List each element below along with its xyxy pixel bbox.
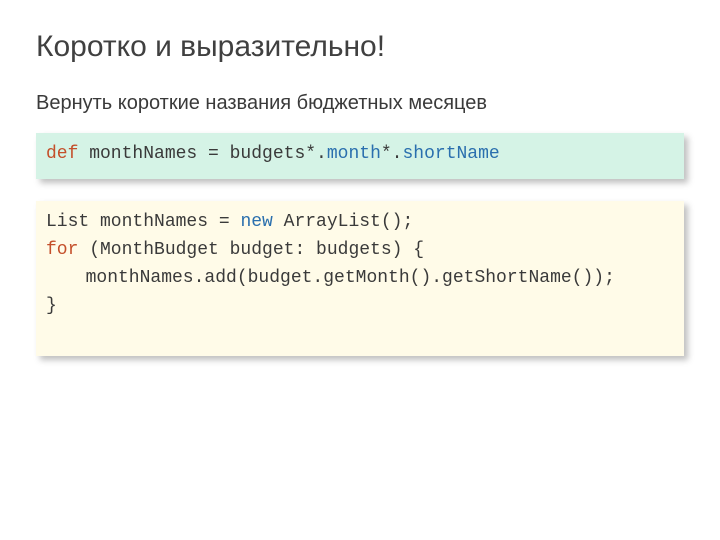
keyword-new: new: [240, 212, 272, 232]
code-text: (MonthBudget budget: budgets) {: [78, 240, 424, 260]
code-line: for (MonthBudget budget: budgets) {: [46, 237, 674, 265]
code-text: monthNames.add(budget.getMonth().getShor…: [86, 268, 615, 288]
code-text: ArrayList();: [273, 212, 413, 232]
attr-month: month: [327, 144, 381, 164]
slide-subtitle: Вернуть короткие названия бюджетных меся…: [36, 92, 684, 115]
code-text: *.: [381, 144, 403, 164]
groovy-code-block: def monthNames = budgets*.month*.shortNa…: [36, 133, 684, 179]
java-code-block: List monthNames = new ArrayList(); for (…: [36, 201, 684, 357]
code-text: }: [46, 296, 57, 316]
code-text: List monthNames =: [46, 212, 240, 232]
keyword-def: def: [46, 144, 78, 164]
code-line: monthNames.add(budget.getMonth().getShor…: [46, 265, 674, 293]
code-line: }: [46, 293, 674, 321]
slide-title: Коротко и выразительно!: [36, 30, 684, 64]
code-text: monthNames = budgets*.: [78, 144, 326, 164]
code-line: List monthNames = new ArrayList();: [46, 209, 674, 237]
attr-shortname: shortName: [402, 144, 499, 164]
keyword-for: for: [46, 240, 78, 260]
